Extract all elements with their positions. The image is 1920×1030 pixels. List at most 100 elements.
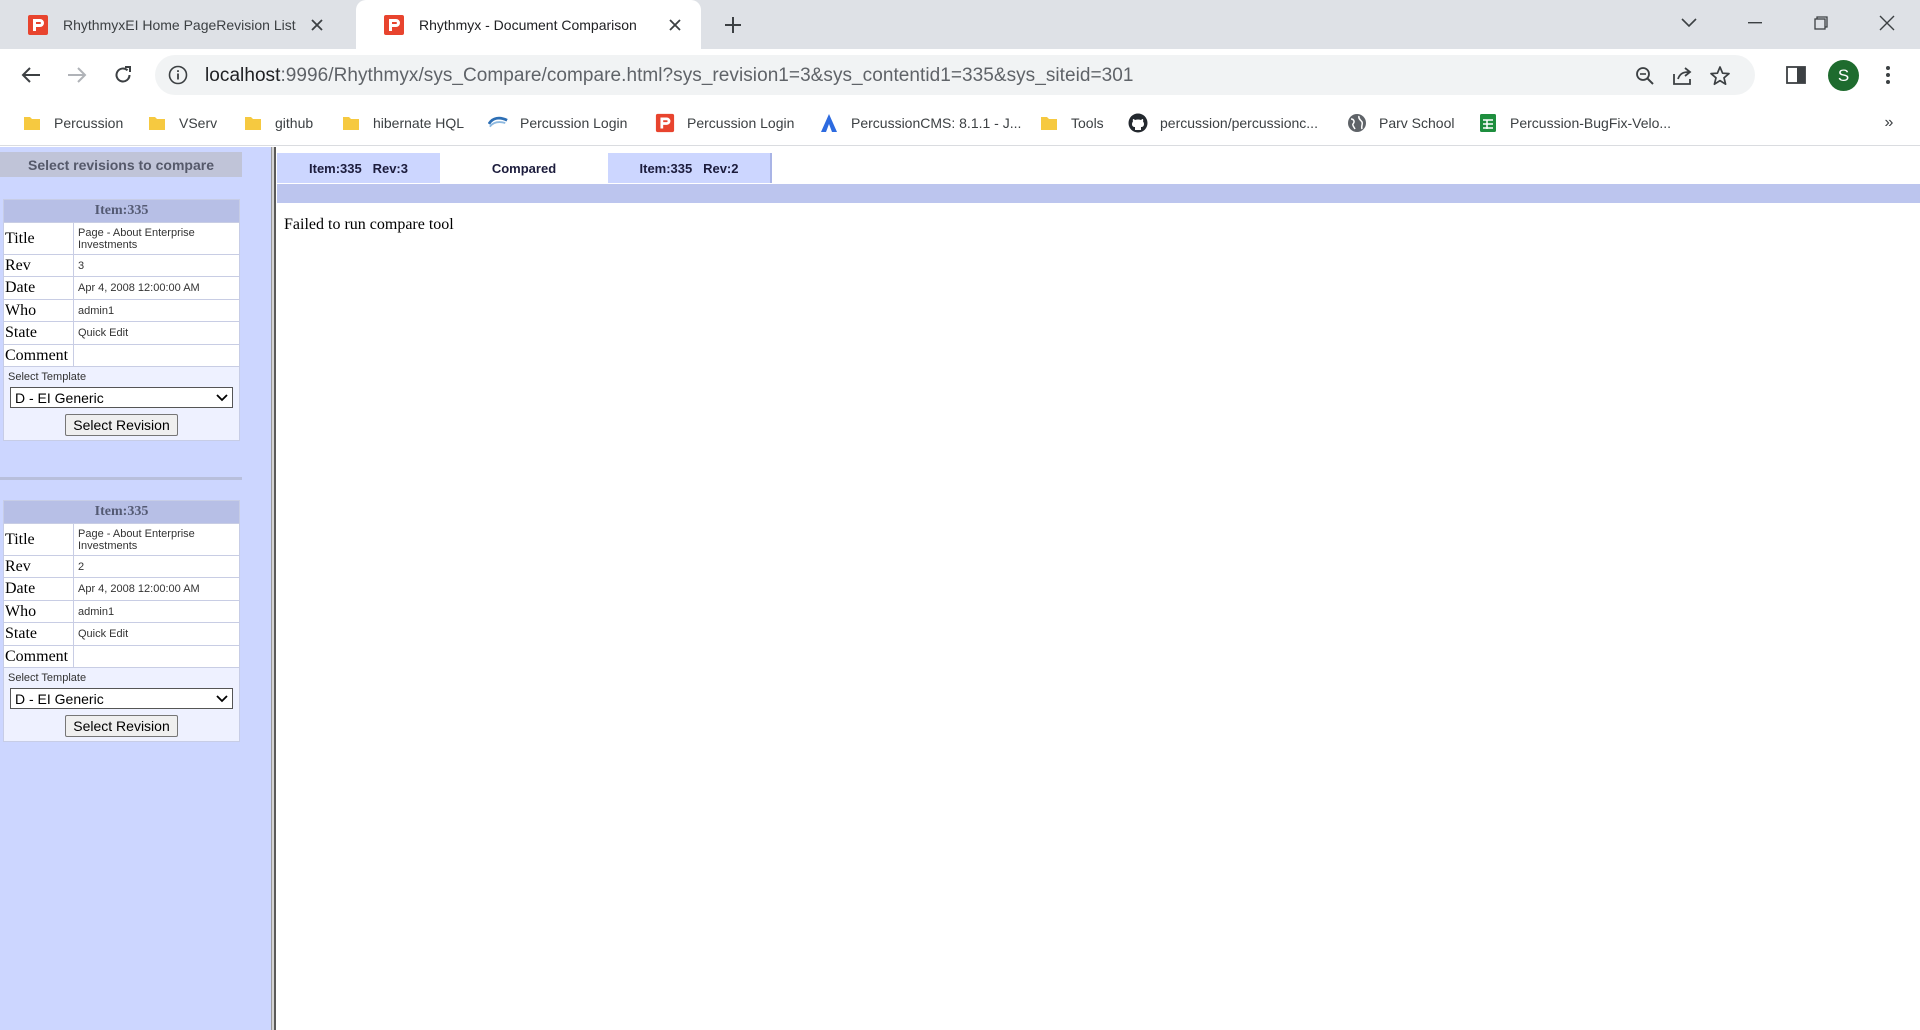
row-label: Date — [4, 578, 74, 600]
browser-tab-revision-list[interactable]: RhythmyxEI Home PageRevision List — [0, 0, 343, 49]
more-bookmarks-chevron-icon[interactable]: » — [1878, 111, 1900, 135]
revision-row-who: Who admin1 — [4, 600, 239, 622]
folder-icon — [245, 117, 261, 130]
browser-toolbar: localhost:9996/Rhythmyx/sys_Compare/comp… — [0, 49, 1920, 101]
row-value: Quick Edit — [78, 327, 129, 339]
frame-splitter[interactable] — [271, 147, 276, 1030]
bookmark-vserv-folder[interactable]: VServ — [147, 111, 217, 135]
tab-close-icon[interactable] — [307, 15, 327, 35]
revision-row-who: Who admin1 — [4, 299, 239, 321]
percussion-logo-icon — [28, 14, 48, 35]
revision-row-state: State Quick Edit — [4, 321, 239, 344]
revision-row-comment: Comment — [4, 645, 239, 667]
back-arrow-icon[interactable] — [16, 60, 46, 90]
revision-row-date: Date Apr 4, 2008 12:00:00 AM — [4, 276, 239, 299]
tab-compared[interactable]: Compared — [440, 153, 608, 183]
row-label: Title — [4, 524, 74, 555]
row-value: 2 — [78, 560, 85, 573]
browser-tab-document-comparison[interactable]: Rhythmyx - Document Comparison — [356, 0, 701, 49]
bookmark-percussion-login-1[interactable]: Percussion Login — [488, 111, 627, 135]
folder-icon — [1041, 117, 1057, 130]
row-value: Quick Edit — [78, 628, 129, 640]
row-value — [74, 646, 239, 667]
bookmark-label: percussion/percussionc... — [1160, 115, 1318, 131]
bookmark-label: VServ — [179, 115, 218, 131]
bookmark-hibernate-folder[interactable]: hibernate HQL — [341, 111, 464, 135]
row-label: State — [4, 322, 74, 344]
share-icon[interactable] — [1671, 64, 1695, 88]
folder-icon — [149, 117, 165, 130]
bookmark-label: Percussion Login — [687, 115, 795, 131]
tab-right-revision[interactable]: Item:335 Rev:2 — [608, 153, 772, 183]
address-bar[interactable]: localhost:9996/Rhythmyx/sys_Compare/comp… — [155, 55, 1755, 95]
url-host: localhost — [205, 65, 281, 86]
bookmark-label: hibernate HQL — [373, 115, 465, 131]
error-message: Failed to run compare tool — [284, 216, 454, 233]
profile-avatar[interactable]: S — [1828, 60, 1859, 91]
bookmark-github-folder[interactable]: github — [243, 111, 313, 135]
revision-row-title: Title Page - About Enterprise Investment… — [4, 523, 239, 555]
select-template-label: Select Template — [4, 366, 239, 385]
url-text[interactable]: localhost:9996/Rhythmyx/sys_Compare/comp… — [205, 65, 1134, 87]
select-revision-button[interactable]: Select Revision — [65, 715, 178, 737]
minimize-icon[interactable] — [1740, 9, 1770, 37]
row-value: 3 — [78, 259, 85, 272]
revision-row-title: Title Page - About Enterprise Investment… — [4, 222, 239, 254]
bookmark-label: Percussion-BugFix-Velo... — [1510, 115, 1672, 131]
revision-row-state: State Quick Edit — [4, 622, 239, 645]
row-value: Page - About Enterprise Investments — [78, 527, 195, 552]
revision-row-comment: Comment — [4, 344, 239, 366]
revision-panel-right: Item:335 Title Page - About Enterprise I… — [3, 500, 240, 742]
restore-icon[interactable] — [1806, 9, 1836, 37]
reload-icon[interactable] — [108, 60, 138, 90]
browser-tab-strip: RhythmyxEI Home PageRevision List Rhythm… — [0, 0, 1920, 49]
template-select[interactable]: D - EI Generic — [10, 688, 233, 709]
row-value: Apr 4, 2008 12:00:00 AM — [78, 583, 200, 595]
select-revision-button[interactable]: Select Revision — [65, 414, 178, 436]
bookmark-percussion-login-2[interactable]: Percussion Login — [655, 111, 794, 135]
new-tab-plus-icon[interactable] — [720, 12, 746, 38]
bookmark-bugfix-sheet[interactable]: Percussion-BugFix-Velo... — [1478, 111, 1671, 135]
bookmark-parv-school[interactable]: Parv School — [1347, 111, 1454, 135]
revision-row-rev: Rev 2 — [4, 555, 239, 577]
window-close-icon[interactable] — [1872, 9, 1902, 37]
template-select[interactable]: D - EI Generic — [10, 387, 233, 408]
site-info-icon[interactable] — [167, 64, 189, 86]
tab-title: RhythmyxEI Home PageRevision List — [63, 16, 296, 33]
row-value: Apr 4, 2008 12:00:00 AM — [78, 282, 200, 294]
side-panel-icon[interactable] — [1782, 61, 1810, 89]
row-value: admin1 — [78, 304, 115, 317]
compare-tabs: Item:335 Rev:3 Compared Item:335 Rev:2 — [277, 153, 1920, 183]
row-label: State — [4, 623, 74, 645]
sheets-icon — [1480, 114, 1496, 132]
row-label: Title — [4, 223, 74, 254]
zoom-icon[interactable] — [1633, 64, 1657, 88]
bookmark-label: Parv School — [1379, 115, 1455, 131]
kebab-menu-icon[interactable] — [1874, 61, 1902, 89]
forward-arrow-icon[interactable] — [62, 60, 92, 90]
revision-item-header: Item:335 — [4, 200, 239, 222]
row-label: Date — [4, 277, 74, 299]
url-path: :9996/Rhythmyx/sys_Compare/compare.html?… — [280, 65, 1134, 86]
tab-left-revision[interactable]: Item:335 Rev:3 — [277, 153, 440, 183]
bookmark-percussioncms-jira[interactable]: PercussionCMS: 8.1.1 - J... — [819, 111, 1021, 135]
revision-panel-left: Item:335 Title Page - About Enterprise I… — [3, 199, 240, 441]
row-label: Comment — [4, 345, 74, 366]
bookmark-percussion-folder[interactable]: Percussion — [22, 111, 123, 135]
bookmarks-bar: Percussion VServ github hibernate HQL Pe… — [0, 101, 1920, 146]
bookmark-star-icon[interactable] — [1708, 64, 1732, 88]
tab-search-chevron-icon[interactable] — [1674, 9, 1704, 37]
row-value — [74, 345, 239, 366]
bookmark-github-percussion[interactable]: percussion/percussionc... — [1128, 111, 1318, 135]
percussion-logo-icon — [384, 14, 404, 35]
bookmark-label: PercussionCMS: 8.1.1 - J... — [851, 115, 1022, 131]
row-value: admin1 — [78, 605, 115, 618]
tab-title: Rhythmyx - Document Comparison — [419, 16, 637, 33]
github-icon — [1128, 113, 1148, 133]
revision-row-rev: Rev 3 — [4, 254, 239, 276]
bookmark-tools-folder[interactable]: Tools — [1039, 111, 1104, 135]
atlassian-icon — [821, 114, 837, 132]
tab-close-icon[interactable] — [665, 15, 685, 35]
folder-icon — [343, 117, 359, 130]
percussion-logo-icon — [655, 113, 675, 133]
